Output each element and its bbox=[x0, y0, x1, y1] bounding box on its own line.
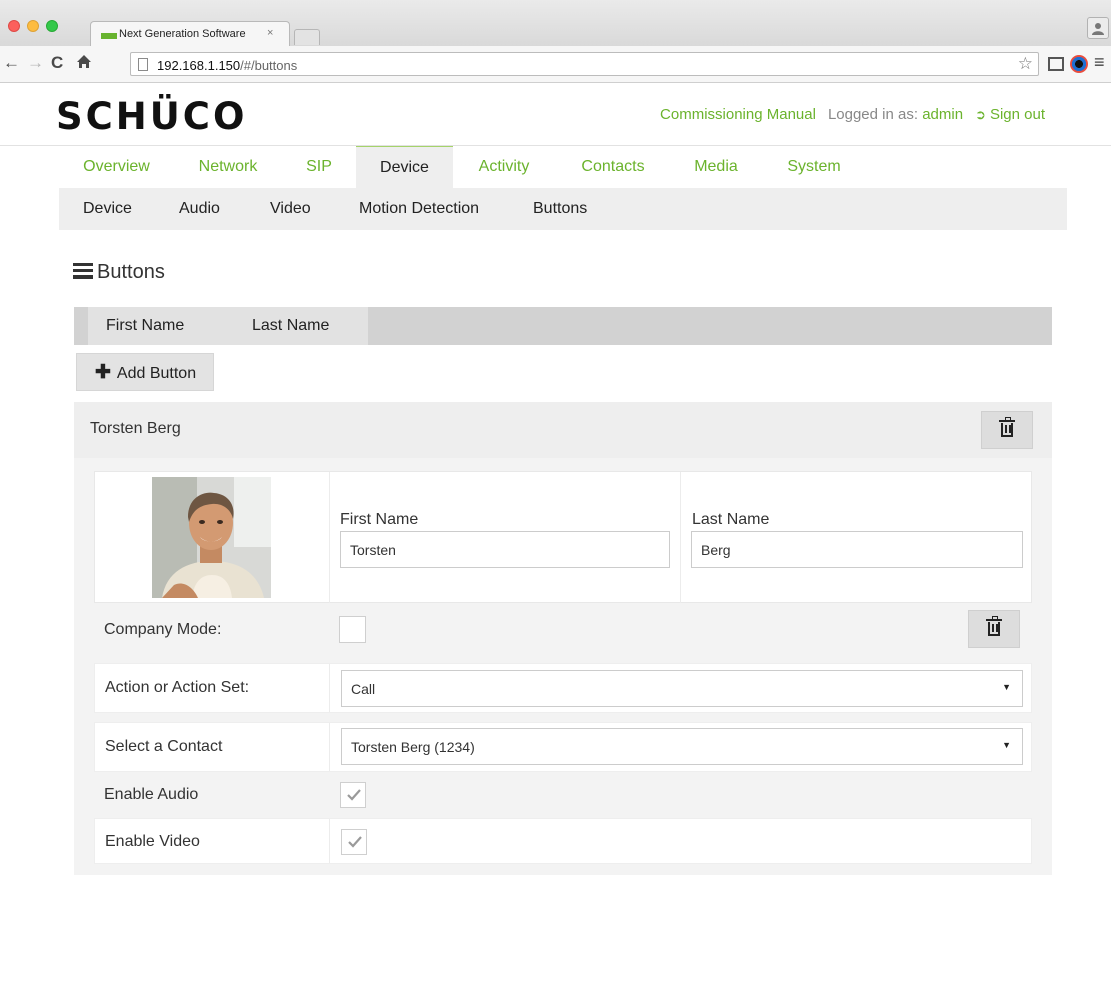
column-header-first-name[interactable]: First Name bbox=[88, 307, 234, 345]
checkmark-icon bbox=[348, 836, 362, 848]
contact-photo[interactable] bbox=[152, 477, 271, 598]
enable-audio-checkbox[interactable] bbox=[340, 782, 366, 808]
contact-label: Select a Contact bbox=[105, 738, 223, 755]
main-nav: Overview Network SIP Device Activity Con… bbox=[59, 146, 1067, 188]
subtab-motion-detection[interactable]: Motion Detection bbox=[359, 188, 479, 230]
delete-entry-button[interactable] bbox=[981, 411, 1033, 449]
company-mode-checkbox[interactable] bbox=[339, 616, 366, 643]
enable-video-checkbox[interactable] bbox=[341, 829, 367, 855]
tab-media[interactable]: Media bbox=[682, 146, 750, 188]
chevron-down-icon: ▼ bbox=[1002, 682, 1011, 692]
divider bbox=[329, 819, 330, 863]
company-mode-label: Company Mode: bbox=[104, 621, 222, 638]
address-bar[interactable]: 192.168.1.150/#/buttons ☆ bbox=[130, 52, 1039, 76]
browser-tab[interactable]: Next Generation Software × bbox=[90, 21, 290, 47]
list-icon bbox=[73, 263, 93, 279]
signout-icon: ➲ bbox=[975, 107, 986, 122]
zoom-window-button[interactable] bbox=[46, 20, 58, 32]
contact-card: First Name Last Name bbox=[94, 471, 1032, 604]
contact-select-value: Torsten Berg (1234) bbox=[351, 739, 475, 755]
close-window-button[interactable] bbox=[8, 20, 20, 32]
tab-sip[interactable]: SIP bbox=[295, 146, 343, 188]
contact-select[interactable]: Torsten Berg (1234) ▼ bbox=[341, 728, 1023, 765]
tab-network[interactable]: Network bbox=[182, 146, 274, 188]
trash-icon bbox=[986, 616, 1002, 636]
divider bbox=[680, 472, 681, 604]
browser-toolbar: ← → C 192.168.1.150/#/buttons ☆ ≡ bbox=[0, 46, 1111, 83]
trash-icon bbox=[999, 417, 1015, 437]
column-header-last-name[interactable]: Last Name bbox=[234, 307, 368, 345]
action-label: Action or Action Set: bbox=[105, 679, 250, 696]
back-arrow-icon[interactable]: ← bbox=[3, 54, 20, 72]
page-icon bbox=[138, 58, 148, 71]
cast-icon[interactable] bbox=[1048, 57, 1064, 71]
plus-icon: ✚ bbox=[95, 362, 111, 383]
enable-video-label: Enable Video bbox=[105, 833, 200, 850]
tab-device[interactable]: Device bbox=[356, 146, 453, 188]
home-icon[interactable] bbox=[76, 54, 92, 73]
table-header: First Name Last Name bbox=[74, 307, 1052, 345]
page-title: Buttons bbox=[73, 259, 165, 285]
favicon-icon bbox=[101, 33, 117, 39]
entry-name: Torsten Berg bbox=[90, 420, 181, 437]
new-tab-button[interactable] bbox=[294, 29, 320, 45]
reload-icon[interactable]: C bbox=[51, 54, 63, 72]
tab-activity[interactable]: Activity bbox=[463, 146, 545, 188]
commissioning-manual-link[interactable]: Commissioning Manual bbox=[660, 106, 816, 123]
tab-close-icon[interactable]: × bbox=[267, 27, 273, 39]
forward-arrow-icon[interactable]: → bbox=[27, 54, 44, 72]
divider bbox=[329, 723, 330, 771]
subtab-buttons[interactable]: Buttons bbox=[533, 188, 587, 230]
divider bbox=[329, 664, 330, 712]
action-select-value: Call bbox=[351, 681, 376, 697]
extension-icon[interactable] bbox=[1070, 55, 1088, 73]
subtab-video[interactable]: Video bbox=[270, 188, 311, 230]
username-link[interactable]: admin bbox=[922, 106, 963, 123]
tab-overview[interactable]: Overview bbox=[69, 146, 164, 188]
browser-titlebar: Next Generation Software × bbox=[0, 0, 1111, 47]
sub-nav: Device Audio Video Motion Detection Butt… bbox=[59, 188, 1067, 230]
tab-title: Next Generation Software bbox=[119, 28, 246, 40]
signout-link[interactable]: ➲ Sign out bbox=[975, 106, 1045, 123]
action-select[interactable]: Call ▼ bbox=[341, 670, 1023, 707]
action-row: Action or Action Set: Call ▼ bbox=[94, 663, 1032, 713]
divider bbox=[329, 472, 330, 604]
subtab-device[interactable]: Device bbox=[83, 188, 132, 230]
subtab-audio[interactable]: Audio bbox=[179, 188, 220, 230]
enable-audio-label: Enable Audio bbox=[104, 786, 199, 803]
tab-system[interactable]: System bbox=[776, 146, 852, 188]
schuco-logo: SCHÜCO bbox=[56, 95, 248, 138]
star-icon[interactable]: ☆ bbox=[1018, 54, 1033, 74]
entry-header[interactable]: Torsten Berg bbox=[74, 402, 1052, 458]
checkmark-icon bbox=[347, 789, 361, 801]
header-links: Commissioning Manual Logged in as: admin ➲… bbox=[660, 106, 1045, 123]
hamburger-menu-icon[interactable]: ≡ bbox=[1094, 52, 1105, 73]
logged-in-label: Logged in as: bbox=[827, 106, 919, 123]
last-name-input[interactable] bbox=[691, 531, 1023, 568]
contact-row: Select a Contact Torsten Berg (1234) ▼ bbox=[94, 722, 1032, 772]
address-url: 192.168.1.150/#/buttons bbox=[157, 58, 298, 73]
add-button-button[interactable]: ✚ Add Button bbox=[76, 353, 214, 391]
chevron-down-icon: ▼ bbox=[1002, 740, 1011, 750]
company-mode-row: Company Mode: bbox=[94, 603, 1032, 657]
delete-button-config-button[interactable] bbox=[968, 610, 1020, 648]
enable-audio-row: Enable Audio bbox=[94, 772, 1032, 818]
last-name-label: Last Name bbox=[692, 511, 770, 528]
first-name-input[interactable] bbox=[340, 531, 670, 568]
minimize-window-button[interactable] bbox=[27, 20, 39, 32]
first-name-label: First Name bbox=[340, 511, 419, 528]
profile-icon[interactable] bbox=[1087, 17, 1109, 39]
tab-contacts[interactable]: Contacts bbox=[569, 146, 657, 188]
enable-video-row: Enable Video bbox=[94, 818, 1032, 864]
